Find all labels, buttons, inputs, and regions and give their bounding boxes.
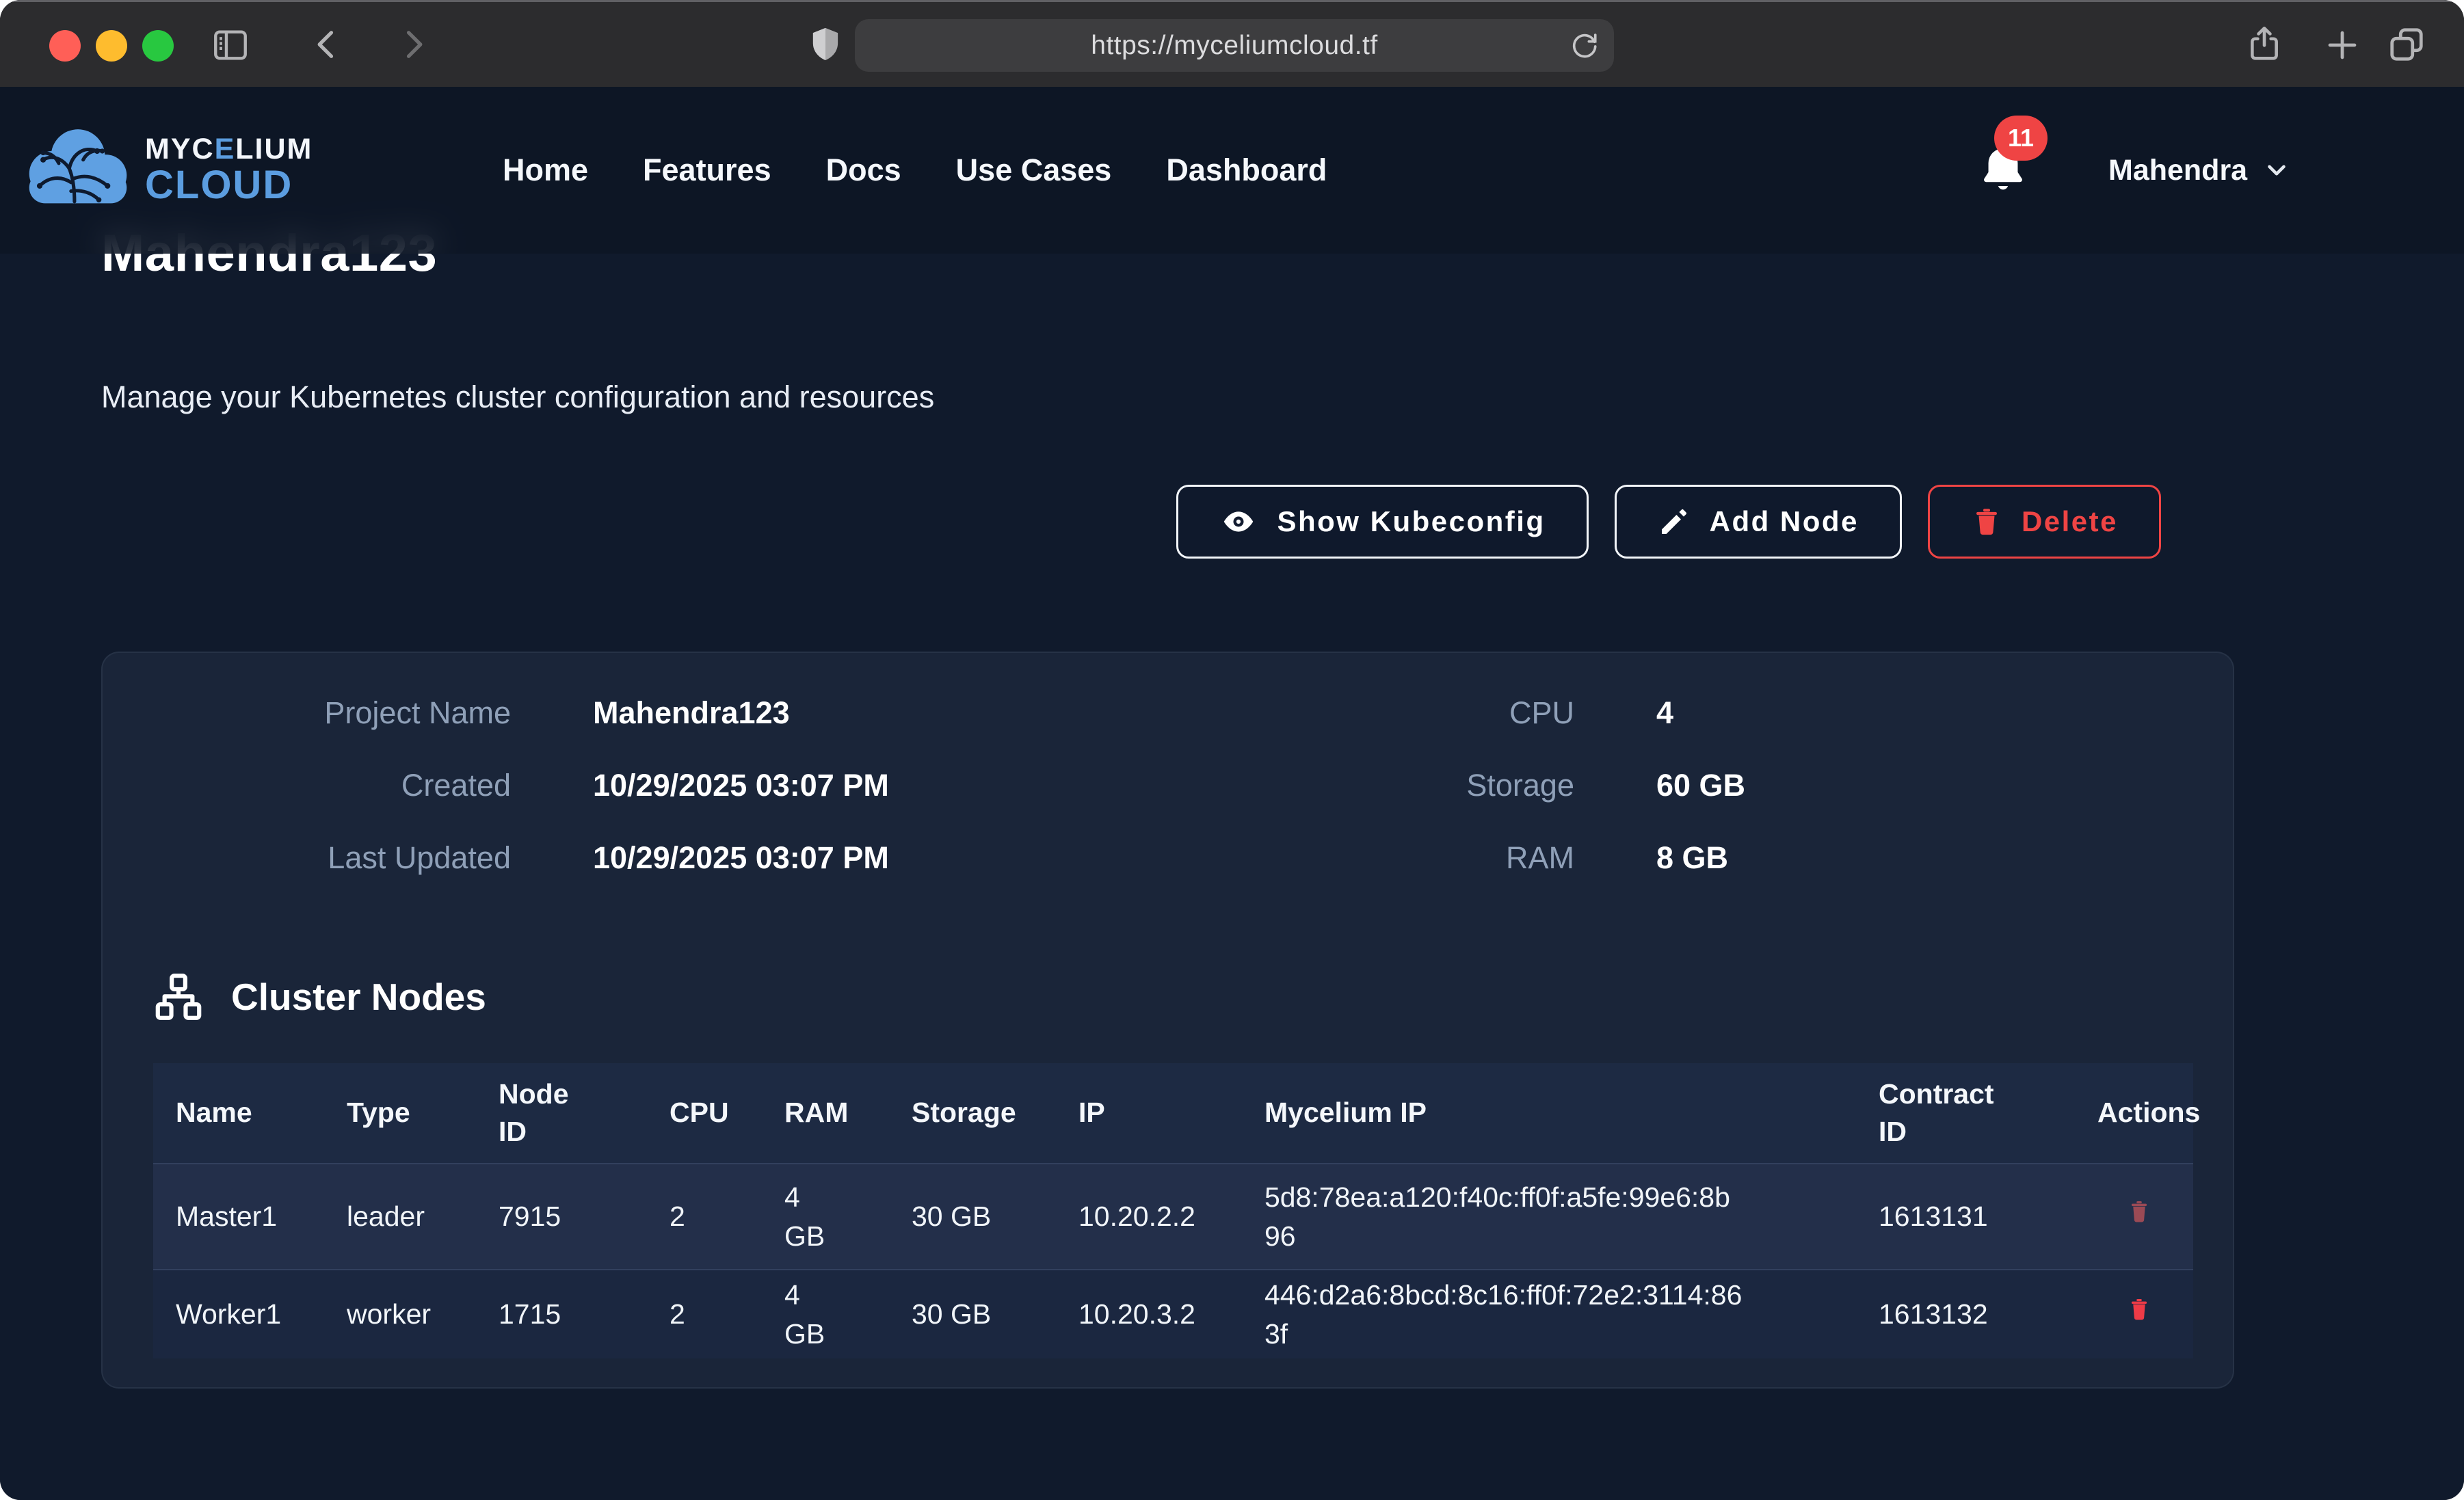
node-mycelium-ip: 446:d2a6:8bcd:8c16:ff0f:72e2:3114:863f [1242, 1270, 1856, 1358]
node-id: 7915 [476, 1164, 647, 1270]
cpu-label: CPU [1060, 695, 1574, 731]
node-cpu: 2 [647, 1164, 762, 1270]
ram-label: RAM [1060, 840, 1574, 876]
nav-item-home[interactable]: Home [503, 152, 588, 188]
col-cpu: CPU [647, 1063, 762, 1164]
browser-toolbar: https://myceliumcloud.tf [0, 0, 2464, 87]
cluster-nodes-header: Cluster Nodes [153, 972, 486, 1022]
project-name-value: Mahendra123 [593, 695, 790, 731]
network-icon [153, 972, 204, 1022]
created-value: 10/29/2025 03:07 PM [593, 768, 889, 803]
nav-item-dashboard[interactable]: Dashboard [1166, 152, 1327, 188]
cluster-nodes-title: Cluster Nodes [231, 975, 486, 1019]
storage-label: Storage [1060, 768, 1574, 803]
zoom-window-button[interactable] [142, 30, 174, 62]
add-node-button[interactable]: Add Node [1615, 485, 1902, 559]
node-name: Worker1 [153, 1270, 324, 1358]
node-storage: 30 GB [889, 1270, 1056, 1358]
node-contract-id: 1613132 [1856, 1270, 2075, 1358]
pencil-icon [1658, 505, 1691, 538]
forward-icon[interactable] [395, 27, 431, 62]
trash-icon [1971, 505, 2002, 539]
col-node-id: Node ID [476, 1063, 647, 1164]
project-name-label: Project Name [103, 695, 511, 731]
table-row: Master1 leader 7915 2 4 GB 30 GB 10.20.2… [153, 1164, 2193, 1270]
col-actions: Actions [2075, 1063, 2193, 1164]
url-text: https://myceliumcloud.tf [1091, 31, 1377, 61]
browser-window: https://myceliumcloud.tf [0, 0, 2464, 1500]
node-type: worker [324, 1270, 476, 1358]
nav-links: Home Features Docs Use Cases Dashboard [503, 87, 1327, 254]
col-storage: Storage [889, 1063, 1056, 1164]
node-id: 1715 [476, 1270, 647, 1358]
ram-value: 8 GB [1656, 840, 1728, 876]
created-label: Created [103, 768, 511, 803]
site-navbar: MYCELIUM CLOUD Home Features Docs Use Ca… [0, 87, 2464, 254]
node-type: leader [324, 1164, 476, 1270]
nav-item-features[interactable]: Features [643, 152, 771, 188]
col-type: Type [324, 1063, 476, 1164]
trash-icon [2126, 1196, 2152, 1227]
brand-wordmark: MYCELIUM CLOUD [145, 135, 313, 205]
mycelium-cloud-logo-icon [21, 122, 135, 218]
nav-item-use-cases[interactable]: Use Cases [956, 152, 1112, 188]
node-contract-id: 1613131 [1856, 1164, 2075, 1270]
node-ip: 10.20.2.2 [1056, 1164, 1242, 1270]
notifications-button[interactable]: 11 [1976, 140, 2031, 209]
user-menu[interactable]: Mahendra [2108, 87, 2291, 254]
delete-node-button[interactable] [2097, 1196, 2152, 1229]
chevron-down-icon [2262, 156, 2291, 185]
shield-icon[interactable] [806, 23, 845, 66]
address-bar[interactable]: https://myceliumcloud.tf [855, 19, 1614, 72]
delete-node-button[interactable] [2097, 1294, 2152, 1326]
col-mycelium-ip: Mycelium IP [1242, 1063, 1856, 1164]
tab-overview-icon[interactable] [2385, 24, 2428, 65]
col-contract-id: Contract ID [1856, 1063, 2075, 1164]
minimize-window-button[interactable] [96, 30, 127, 62]
nodes-table: Name Type Node ID CPU RAM Storage IP Myc… [153, 1063, 2193, 1358]
col-ram: RAM [762, 1063, 889, 1164]
node-cpu: 2 [647, 1270, 762, 1358]
user-name: Mahendra [2108, 154, 2247, 187]
brand-logo[interactable]: MYCELIUM CLOUD [21, 122, 313, 218]
back-icon[interactable] [309, 27, 345, 62]
col-ip: IP [1056, 1063, 1242, 1164]
show-kubeconfig-button[interactable]: Show Kubeconfig [1176, 485, 1588, 559]
page: Mahendra123 Manage your Kubernetes clust… [0, 87, 2464, 1500]
cluster-actions: Show Kubeconfig Add Node Delete [1176, 485, 2161, 559]
table-header-row: Name Type Node ID CPU RAM Storage IP Myc… [153, 1063, 2193, 1164]
last-updated-value: 10/29/2025 03:07 PM [593, 840, 889, 876]
notification-badge: 11 [1994, 116, 2048, 161]
storage-value: 60 GB [1656, 768, 1745, 803]
close-window-button[interactable] [49, 30, 81, 62]
delete-cluster-button[interactable]: Delete [1928, 485, 2161, 559]
sidebar-toggle-icon[interactable] [209, 25, 252, 65]
page-subtitle: Manage your Kubernetes cluster configura… [101, 379, 934, 415]
col-name: Name [153, 1063, 324, 1164]
node-mycelium-ip: 5d8:78ea:a120:f40c:ff0f:a5fe:99e6:8b96 [1242, 1164, 1856, 1270]
eye-icon [1219, 505, 1258, 539]
nav-item-docs[interactable]: Docs [826, 152, 901, 188]
new-tab-icon[interactable] [2324, 27, 2361, 64]
node-ram: 4 GB [762, 1164, 889, 1270]
node-ram: 4 GB [762, 1270, 889, 1358]
trash-icon [2126, 1294, 2152, 1324]
last-updated-label: Last Updated [103, 840, 511, 876]
table-row: Worker1 worker 1715 2 4 GB 30 GB 10.20.3… [153, 1270, 2193, 1358]
reload-icon[interactable] [1569, 29, 1600, 64]
node-storage: 30 GB [889, 1164, 1056, 1270]
node-ip: 10.20.3.2 [1056, 1270, 1242, 1358]
node-name: Master1 [153, 1164, 324, 1270]
cpu-value: 4 [1656, 695, 1673, 731]
cluster-details-card: Project Name Mahendra123 CPU 4 Created 1… [101, 652, 2234, 1389]
share-icon[interactable] [2244, 21, 2284, 66]
